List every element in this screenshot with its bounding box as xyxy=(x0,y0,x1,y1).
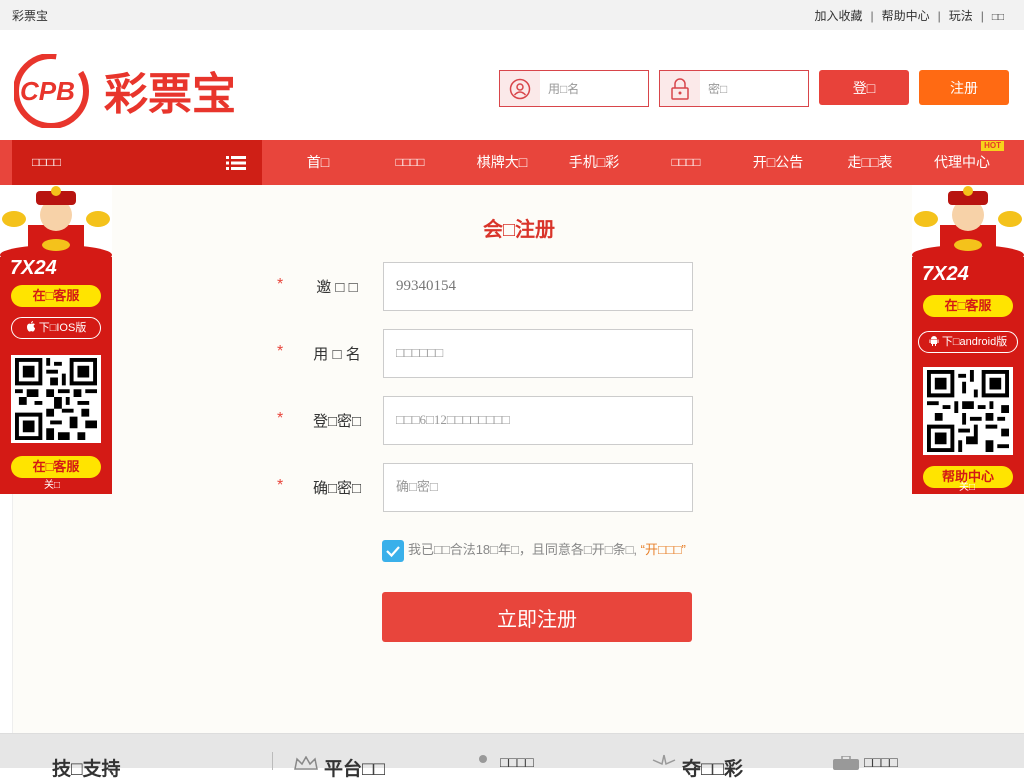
login-password-input[interactable] xyxy=(700,71,808,106)
main-nav: □□□□ 首□ □□□□ 棋牌大□ 手机□彩 □□□□ 开□公告 走□□表 代理… xyxy=(0,140,1024,185)
how-to-play-link[interactable]: 玩法 xyxy=(949,9,973,23)
qr-code-image xyxy=(927,370,1009,452)
logo-text: 彩票宝 xyxy=(104,69,236,120)
nav-item-chess[interactable]: 棋牌大□ xyxy=(456,140,548,185)
user-icon xyxy=(500,71,540,106)
required-mark: * xyxy=(277,343,284,360)
hours-label: 7X24 xyxy=(10,257,57,279)
top-bar: 彩票宝 加入收藏 | 帮助中心 | 玩法 | □□ xyxy=(0,0,1024,30)
required-mark: * xyxy=(277,410,284,427)
username-input[interactable] xyxy=(383,329,693,378)
category-label: □□□□ xyxy=(32,155,61,169)
online-service-button[interactable]: 在□客服 xyxy=(923,295,1013,317)
category-menu[interactable]: □□□□ xyxy=(12,140,262,185)
invite-code-row: * 邀 □ □ xyxy=(13,262,1024,312)
submit-register-button[interactable]: 立即注册 xyxy=(382,592,692,642)
cpb-logo[interactable]: CPB 彩票宝 xyxy=(14,54,239,128)
register-button[interactable]: 注册 xyxy=(919,70,1009,105)
hot-badge: HOT xyxy=(981,141,1004,151)
invite-code-input[interactable] xyxy=(383,262,693,311)
nav-item-draw-notice[interactable]: 开□公告 xyxy=(732,140,824,185)
agent-center-label: 代理中心 xyxy=(934,154,990,170)
register-panel: 会□注册 * 邀 □ □ * 用 □ 名 * 登□密□ * 确□密□ 我已□□合… xyxy=(12,185,1024,733)
username-row: * 用 □ 名 xyxy=(13,329,1024,379)
confirm-password-row: * 确□密□ xyxy=(13,463,1024,513)
terms-link[interactable]: “开□□□” xyxy=(641,542,686,557)
confirm-password-input[interactable] xyxy=(383,463,693,512)
android-icon xyxy=(929,336,939,346)
confirm-password-label: 确□密□ xyxy=(312,480,362,497)
help-center-link[interactable]: 帮助中心 xyxy=(882,9,930,23)
login-button[interactable]: 登□ xyxy=(819,70,909,105)
footer: 技□支持 平台□□ □□□□ 夺□□彩 □□□□ xyxy=(0,733,1024,780)
logo-badge: CPB xyxy=(20,76,75,106)
online-service-button[interactable]: 在□客服 xyxy=(11,285,101,307)
nav-item-mobile-lottery[interactable]: 手机□彩 xyxy=(548,140,640,185)
agreement-row: 我已□□合法18□年□，且同意各□开□条□, “开□□□” xyxy=(382,539,686,562)
nav-item-2[interactable]: □□□□ xyxy=(364,140,456,185)
right-service-float: 7X24 在□客服 下□android版 帮助中心 关□ xyxy=(912,185,1024,494)
nav-item-trend-chart[interactable]: 走□□表 xyxy=(824,140,916,185)
lock-icon xyxy=(660,71,700,106)
nav-item-5[interactable]: □□□□ xyxy=(640,140,732,185)
qr-code xyxy=(923,367,1013,455)
hours-label: 7X24 xyxy=(922,263,969,285)
password-input[interactable] xyxy=(383,396,693,445)
download-ios-label: 下□IOS版 xyxy=(38,322,87,334)
password-label: 登□密□ xyxy=(312,413,362,430)
password-row: * 登□密□ xyxy=(13,396,1024,446)
login-username-input[interactable] xyxy=(540,71,648,106)
qr-code-image xyxy=(15,358,97,440)
required-mark: * xyxy=(277,477,284,494)
page-title: 会□注册 xyxy=(482,219,556,241)
add-favorite-link[interactable]: 加入收藏 xyxy=(814,9,862,23)
agree-text: 我已□□合法18□年□，且同意各□开□条□, xyxy=(408,542,638,557)
apple-icon xyxy=(26,321,35,332)
username-login-field xyxy=(499,70,649,107)
password-login-field xyxy=(659,70,809,107)
download-android-button[interactable]: 下□android版 xyxy=(918,331,1018,353)
qr-code xyxy=(11,355,101,443)
close-right-float[interactable]: 关□ xyxy=(959,478,975,493)
nav-items: 首□ □□□□ 棋牌大□ 手机□彩 □□□□ 开□公告 走□□表 代理中心 HOT xyxy=(272,140,1008,185)
username-label: 用 □ 名 xyxy=(313,346,361,363)
list-menu-icon xyxy=(226,156,246,170)
fortune-god-icon xyxy=(912,185,1024,257)
close-left-float[interactable]: 关□ xyxy=(44,476,60,491)
footer-divider xyxy=(272,752,273,770)
check-icon xyxy=(386,545,400,557)
fortune-god-icon xyxy=(0,185,112,257)
top-links: 加入收藏 | 帮助中心 | 玩法 | □□ xyxy=(814,9,1004,23)
nav-item-home[interactable]: 首□ xyxy=(272,140,364,185)
person-icon xyxy=(479,755,487,763)
invite-code-label: 邀 □ □ xyxy=(316,279,358,296)
online-service-button-2[interactable]: 在□客服 xyxy=(11,456,101,478)
agree-checkbox[interactable] xyxy=(382,539,404,562)
required-mark: * xyxy=(277,276,284,293)
star-icon xyxy=(652,754,676,766)
misc-link[interactable]: □□ xyxy=(992,12,1004,23)
download-ios-button[interactable]: 下□IOS版 xyxy=(11,317,101,339)
download-android-label: 下□android版 xyxy=(941,336,1008,348)
header: CPB 彩票宝 登□ 注册 xyxy=(0,30,1024,140)
top-site-name: 彩票宝 xyxy=(12,9,49,23)
nav-item-agent-center[interactable]: 代理中心 HOT xyxy=(916,140,1008,185)
left-service-float: 7X24 在□客服 下□IOS版 在□客服 关□ xyxy=(0,185,112,494)
